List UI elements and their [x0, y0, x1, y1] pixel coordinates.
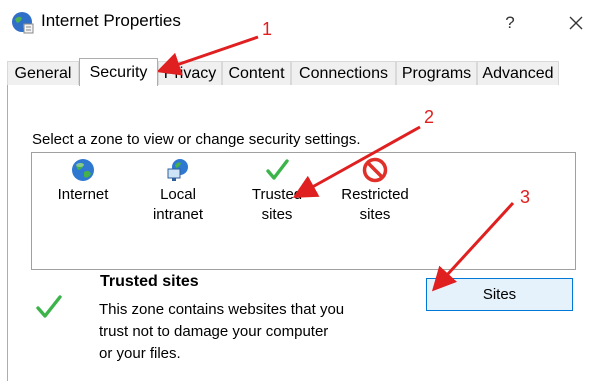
tab-general[interactable]: General	[7, 61, 79, 85]
zone-label: Internet	[57, 186, 109, 203]
sites-button[interactable]: Sites	[426, 278, 573, 311]
tab-strip: General Security Privacy Content Connect…	[7, 58, 600, 86]
zone-info-description: This zone contains websites that you tru…	[99, 301, 345, 362]
tab-programs[interactable]: Programs	[396, 61, 477, 85]
check-icon	[264, 157, 290, 183]
local-intranet-icon	[165, 157, 191, 183]
tab-privacy[interactable]: Privacy	[158, 61, 222, 85]
annotation-number: 3	[520, 187, 531, 207]
zone-prompt: Select a zone to view or change security…	[32, 131, 361, 148]
check-icon	[34, 292, 64, 322]
zone-local-intranet[interactable]: Local intranet	[142, 153, 214, 225]
title-bar: Internet Properties ?	[0, 0, 600, 44]
close-button[interactable]	[561, 10, 591, 36]
tab-security[interactable]: Security	[79, 58, 158, 86]
annotation-number: 2	[424, 107, 435, 127]
zone-restricted-sites[interactable]: Restricted sites	[332, 153, 418, 225]
zone-info-title: Trusted sites	[100, 273, 199, 290]
annotation-number: 1	[262, 19, 273, 39]
zone-internet[interactable]: Internet	[46, 153, 120, 205]
tab-advanced[interactable]: Advanced	[477, 61, 559, 85]
tab-connections[interactable]: Connections	[291, 61, 396, 85]
help-button[interactable]: ?	[496, 10, 524, 36]
zone-label: Restricted sites	[341, 186, 409, 223]
tab-content[interactable]: Content	[222, 61, 291, 85]
zone-label: Local intranet	[152, 186, 204, 223]
restricted-icon	[362, 157, 388, 183]
zone-label: Trusted sites	[251, 186, 303, 223]
internet-options-icon	[10, 10, 34, 34]
window-title: Internet Properties	[41, 11, 181, 30]
zone-trusted-sites[interactable]: Trusted sites	[244, 153, 310, 225]
globe-icon	[70, 157, 96, 183]
close-icon	[569, 16, 583, 30]
zone-list: Internet Local intranet Trusted sites Re…	[31, 152, 576, 270]
